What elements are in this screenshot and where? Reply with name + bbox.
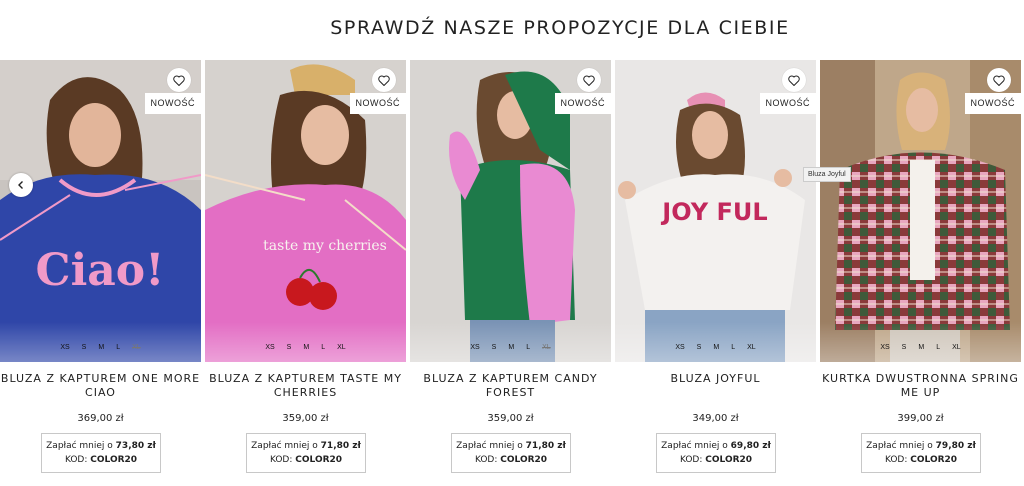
size-option[interactable]: S — [287, 334, 292, 351]
new-badge: NOWOŚĆ — [349, 93, 406, 114]
product-image[interactable]: Ciao! NOWOŚĆ XS S M L XL — [0, 60, 201, 362]
size-option[interactable]: L — [526, 334, 530, 351]
size-option[interactable]: XS — [60, 334, 69, 351]
size-list: XS S M L XL — [615, 322, 816, 362]
product-name[interactable]: BLUZA Z KAPTUREM CANDY FOREST — [410, 372, 611, 400]
promo-code: COLOR20 — [500, 455, 548, 465]
size-option[interactable]: S — [697, 334, 702, 351]
product-card[interactable]: JOY FUL NOWOŚĆ XS S M L XL BLUZA JOYFUL … — [615, 60, 816, 486]
promo-code-label: KOD: — [679, 455, 703, 465]
size-option[interactable]: M — [303, 334, 309, 351]
product-card[interactable]: NOWOŚĆ XS S M L XL BLUZA Z KAPTUREM CAND… — [410, 60, 611, 486]
promo-box: Zapłać mniej o 71,80 zł KOD: COLOR20 — [246, 433, 366, 473]
size-list: XS S M L XL — [410, 322, 611, 362]
favorite-button[interactable] — [167, 68, 191, 92]
heart-icon — [788, 75, 800, 86]
product-price: 349,00 zł — [692, 413, 739, 424]
heart-icon — [993, 75, 1005, 86]
promo-box: Zapłać mniej o 69,80 zł KOD: COLOR20 — [656, 433, 776, 473]
promo-prefix: Zapłać mniej o — [46, 441, 113, 451]
promo-code-label: KOD: — [269, 455, 293, 465]
size-option-unavailable: XL — [542, 343, 551, 351]
size-list: XS S M L XL — [205, 322, 406, 362]
product-name[interactable]: KURTKA DWUSTRONNA SPRING ME UP — [820, 372, 1021, 400]
product-card[interactable]: Ciao! NOWOŚĆ XS S M L XL BLUZA Z KAPTURE… — [0, 60, 201, 486]
product-image[interactable]: taste my cherries NOWOŚĆ XS S M L XL — [205, 60, 406, 362]
promo-box: Zapłać mniej o 71,80 zł KOD: COLOR20 — [451, 433, 571, 473]
product-price: 359,00 zł — [282, 413, 329, 424]
promo-code-label: KOD: — [884, 455, 908, 465]
size-option[interactable]: XL — [337, 334, 346, 351]
product-carousel: Ciao! NOWOŚĆ XS S M L XL BLUZA Z KAPTURE… — [0, 60, 1024, 486]
size-option[interactable]: XL — [952, 334, 961, 351]
garment-print: taste my cherries — [263, 238, 387, 254]
size-option[interactable]: M — [918, 334, 924, 351]
size-option[interactable]: XS — [880, 334, 889, 351]
promo-discount: 71,80 zł — [525, 441, 566, 451]
favorite-button[interactable] — [577, 68, 601, 92]
heart-icon — [378, 75, 390, 86]
size-option[interactable]: S — [902, 334, 907, 351]
favorite-button[interactable] — [987, 68, 1011, 92]
promo-discount: 79,80 zł — [935, 441, 976, 451]
section-title: SPRAWDŹ NASZE PROPOZYCJE DLA CIEBIE — [330, 17, 790, 39]
product-image[interactable]: JOY FUL NOWOŚĆ XS S M L XL — [615, 60, 816, 362]
promo-prefix: Zapłać mniej o — [456, 441, 523, 451]
size-option[interactable]: M — [713, 334, 719, 351]
product-name[interactable]: BLUZA Z KAPTUREM ONE MORE CIAO — [0, 372, 201, 400]
promo-discount: 69,80 zł — [730, 441, 771, 451]
chevron-left-icon — [18, 181, 23, 189]
size-option[interactable]: XS — [675, 334, 684, 351]
size-list: XS S M L XL — [0, 322, 201, 362]
promo-code: COLOR20 — [910, 455, 958, 465]
favorite-button[interactable] — [782, 68, 806, 92]
size-option[interactable]: L — [731, 334, 735, 351]
promo-code: COLOR20 — [705, 455, 753, 465]
promo-code-label: KOD: — [474, 455, 498, 465]
product-image[interactable]: NOWOŚĆ XS S M L XL — [410, 60, 611, 362]
product-image[interactable]: NOWOŚĆ XS S M L XL — [820, 60, 1021, 362]
size-option[interactable]: M — [98, 334, 104, 351]
size-option[interactable]: XS — [470, 334, 479, 351]
promo-code-label: KOD: — [64, 455, 88, 465]
promo-code: COLOR20 — [295, 455, 343, 465]
promo-discount: 71,80 zł — [320, 441, 361, 451]
product-card[interactable]: NOWOŚĆ XS S M L XL KURTKA DWUSTRONNA SPR… — [820, 60, 1021, 486]
size-option[interactable]: S — [82, 334, 87, 351]
heart-icon — [173, 75, 185, 86]
new-badge: NOWOŚĆ — [144, 93, 201, 114]
size-option[interactable]: L — [321, 334, 325, 351]
size-option[interactable]: S — [492, 334, 497, 351]
product-price: 399,00 zł — [897, 413, 944, 424]
new-badge: NOWOŚĆ — [964, 93, 1021, 114]
heart-icon — [583, 75, 595, 86]
product-price: 359,00 zł — [487, 413, 534, 424]
size-option-unavailable: XL — [132, 343, 141, 351]
product-name[interactable]: BLUZA JOYFUL — [615, 372, 816, 386]
size-option[interactable]: M — [508, 334, 514, 351]
promo-code: COLOR20 — [90, 455, 138, 465]
carousel-prev-button[interactable] — [9, 173, 33, 197]
garment-print: JOY FUL — [660, 198, 767, 226]
new-badge: NOWOŚĆ — [554, 93, 611, 114]
promo-discount: 73,80 zł — [115, 441, 156, 451]
product-name[interactable]: BLUZA Z KAPTUREM TASTE MY CHERRIES — [205, 372, 406, 400]
garment-print: Ciao! — [36, 245, 165, 296]
product-price: 369,00 zł — [77, 413, 124, 424]
new-badge: NOWOŚĆ — [759, 93, 816, 114]
product-tooltip: Bluza Joyful — [803, 167, 851, 182]
promo-prefix: Zapłać mniej o — [661, 441, 728, 451]
size-list: XS S M L XL — [820, 322, 1021, 362]
favorite-button[interactable] — [372, 68, 396, 92]
promo-prefix: Zapłać mniej o — [866, 441, 933, 451]
size-option[interactable]: XL — [747, 334, 756, 351]
promo-box: Zapłać mniej o 73,80 zł KOD: COLOR20 — [41, 433, 161, 473]
size-option[interactable]: L — [116, 334, 120, 351]
promo-box: Zapłać mniej o 79,80 zł KOD: COLOR20 — [861, 433, 981, 473]
promo-prefix: Zapłać mniej o — [251, 441, 318, 451]
size-option[interactable]: XS — [265, 334, 274, 351]
product-card[interactable]: taste my cherries NOWOŚĆ XS S M L XL BLU… — [205, 60, 406, 486]
size-option[interactable]: L — [936, 334, 940, 351]
